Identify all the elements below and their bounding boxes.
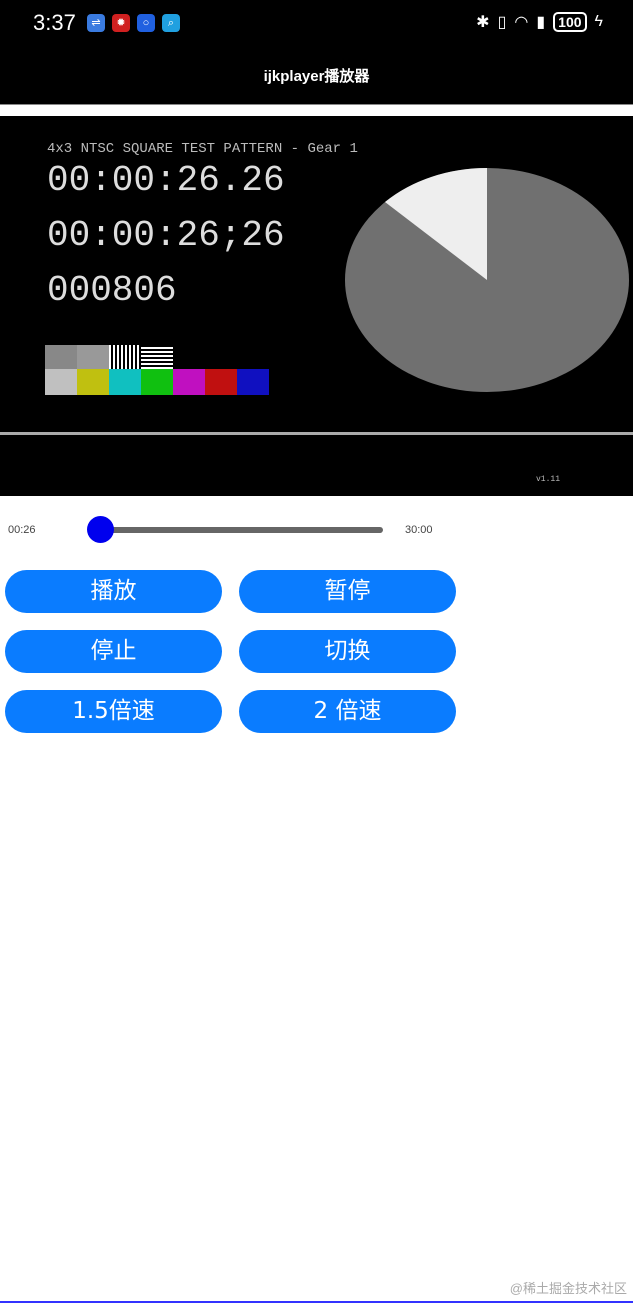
seek-bar-row: 00:26 30:00	[0, 510, 633, 550]
color-bar	[141, 369, 173, 395]
pattern-line	[0, 432, 633, 435]
frame-counter: 000806	[47, 270, 177, 311]
stop-button[interactable]: 停止	[5, 630, 222, 673]
vibrate-icon: ▯	[497, 14, 507, 31]
color-bar	[77, 369, 109, 395]
current-time: 00:26	[8, 524, 36, 536]
version-label: v1.11	[536, 475, 561, 484]
seek-track[interactable]	[92, 527, 383, 533]
seek-thumb[interactable]	[87, 516, 115, 543]
timecode-1: 00:00:26.26	[47, 160, 285, 201]
gear-pie	[345, 168, 629, 392]
bulb-icon: ○	[137, 14, 155, 32]
charging-icon: ϟ	[594, 13, 603, 30]
color-bar	[205, 369, 237, 395]
video-surface[interactable]: 4x3 NTSC SQUARE TEST PATTERN - Gear 1 00…	[0, 116, 633, 496]
bluetooth-icon: ✱	[476, 14, 490, 31]
color-bar	[173, 369, 205, 395]
switch-button[interactable]: 切换	[239, 630, 456, 673]
usb-icon: ⇌	[87, 14, 105, 32]
play-button[interactable]: 播放	[5, 570, 222, 613]
test-bars-gray	[45, 345, 173, 369]
timecode-2: 00:00:26;26	[47, 215, 285, 256]
status-bar: 3:37 ⇌ ✹ ○ ⌕ ✱ ▯ ◠ ▮ 100 ϟ	[0, 0, 633, 50]
divider	[0, 104, 633, 116]
watermark: @稀土掘金技术社区	[509, 1281, 627, 1296]
color-bar	[109, 369, 141, 395]
color-bar	[237, 369, 269, 395]
search-icon: ⌕	[162, 14, 180, 32]
wifi-icon: ◠	[514, 14, 529, 31]
page-title: ijkplayer播放器	[0, 50, 633, 104]
total-time: 30:00	[405, 524, 433, 536]
battery-icon: 100	[553, 12, 587, 32]
pattern-title: 4x3 NTSC SQUARE TEST PATTERN - Gear 1	[47, 141, 358, 157]
clock: 3:37	[33, 10, 76, 35]
color-bars	[45, 369, 269, 395]
alert-icon: ▮	[536, 14, 546, 31]
app-icon: ✹	[112, 14, 130, 32]
color-bar	[45, 369, 77, 395]
speed-2-button[interactable]: 2 倍速	[239, 690, 456, 733]
pause-button[interactable]: 暂停	[239, 570, 456, 613]
speed-1-5-button[interactable]: 1.5倍速	[5, 690, 222, 733]
